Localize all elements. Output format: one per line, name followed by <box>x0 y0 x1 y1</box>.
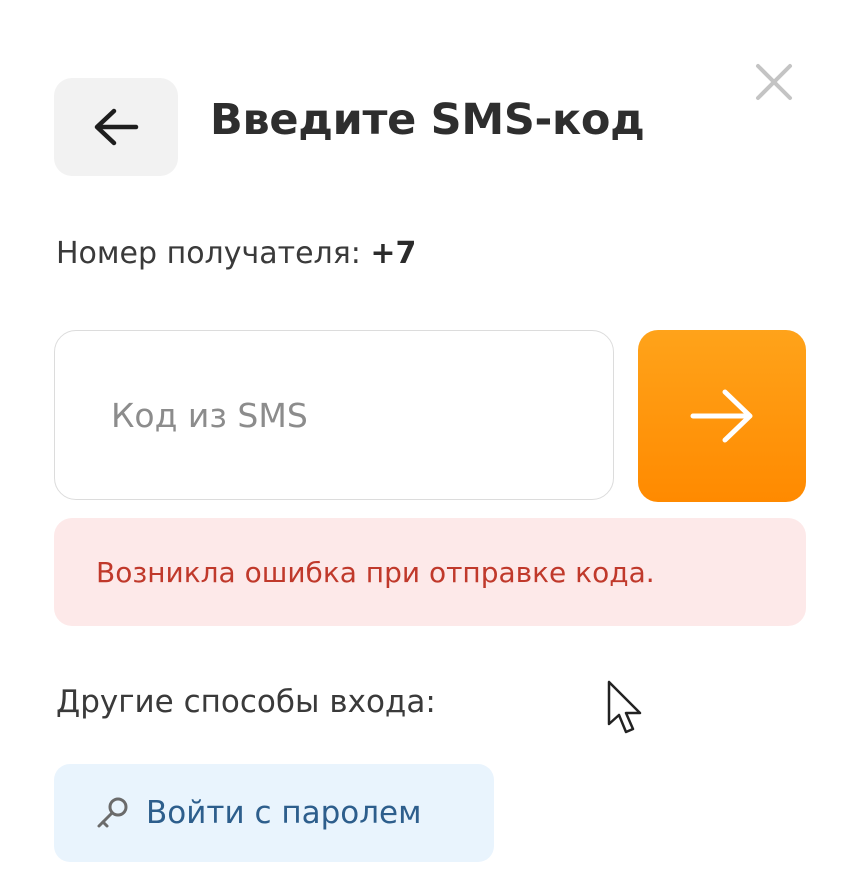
recipient-phone: +7 <box>370 236 417 271</box>
key-icon <box>90 791 134 835</box>
arrow-right-icon <box>690 389 753 443</box>
close-button[interactable] <box>748 56 800 108</box>
error-message: Возникла ошибка при отправке кода. <box>96 555 655 589</box>
recipient-line: Номер получателя: +7 <box>56 236 416 271</box>
login-with-password-button[interactable]: Войти с паролем <box>54 764 494 862</box>
recipient-label: Номер получателя: <box>56 236 371 271</box>
sms-code-input[interactable] <box>54 330 614 500</box>
mouse-cursor-icon <box>607 680 642 734</box>
login-with-password-label: Войти с паролем <box>146 795 422 831</box>
error-alert: Возникла ошибка при отправке кода. <box>54 518 806 626</box>
sms-code-dialog: Введите SMS-код Номер получателя: +7 Воз… <box>0 0 860 870</box>
back-button[interactable] <box>54 78 178 176</box>
page-title: Введите SMS-код <box>210 95 645 145</box>
submit-code-button[interactable] <box>638 330 806 502</box>
other-methods-label: Другие способы входа: <box>56 684 436 720</box>
close-icon <box>756 64 792 100</box>
arrow-left-icon <box>94 108 139 146</box>
